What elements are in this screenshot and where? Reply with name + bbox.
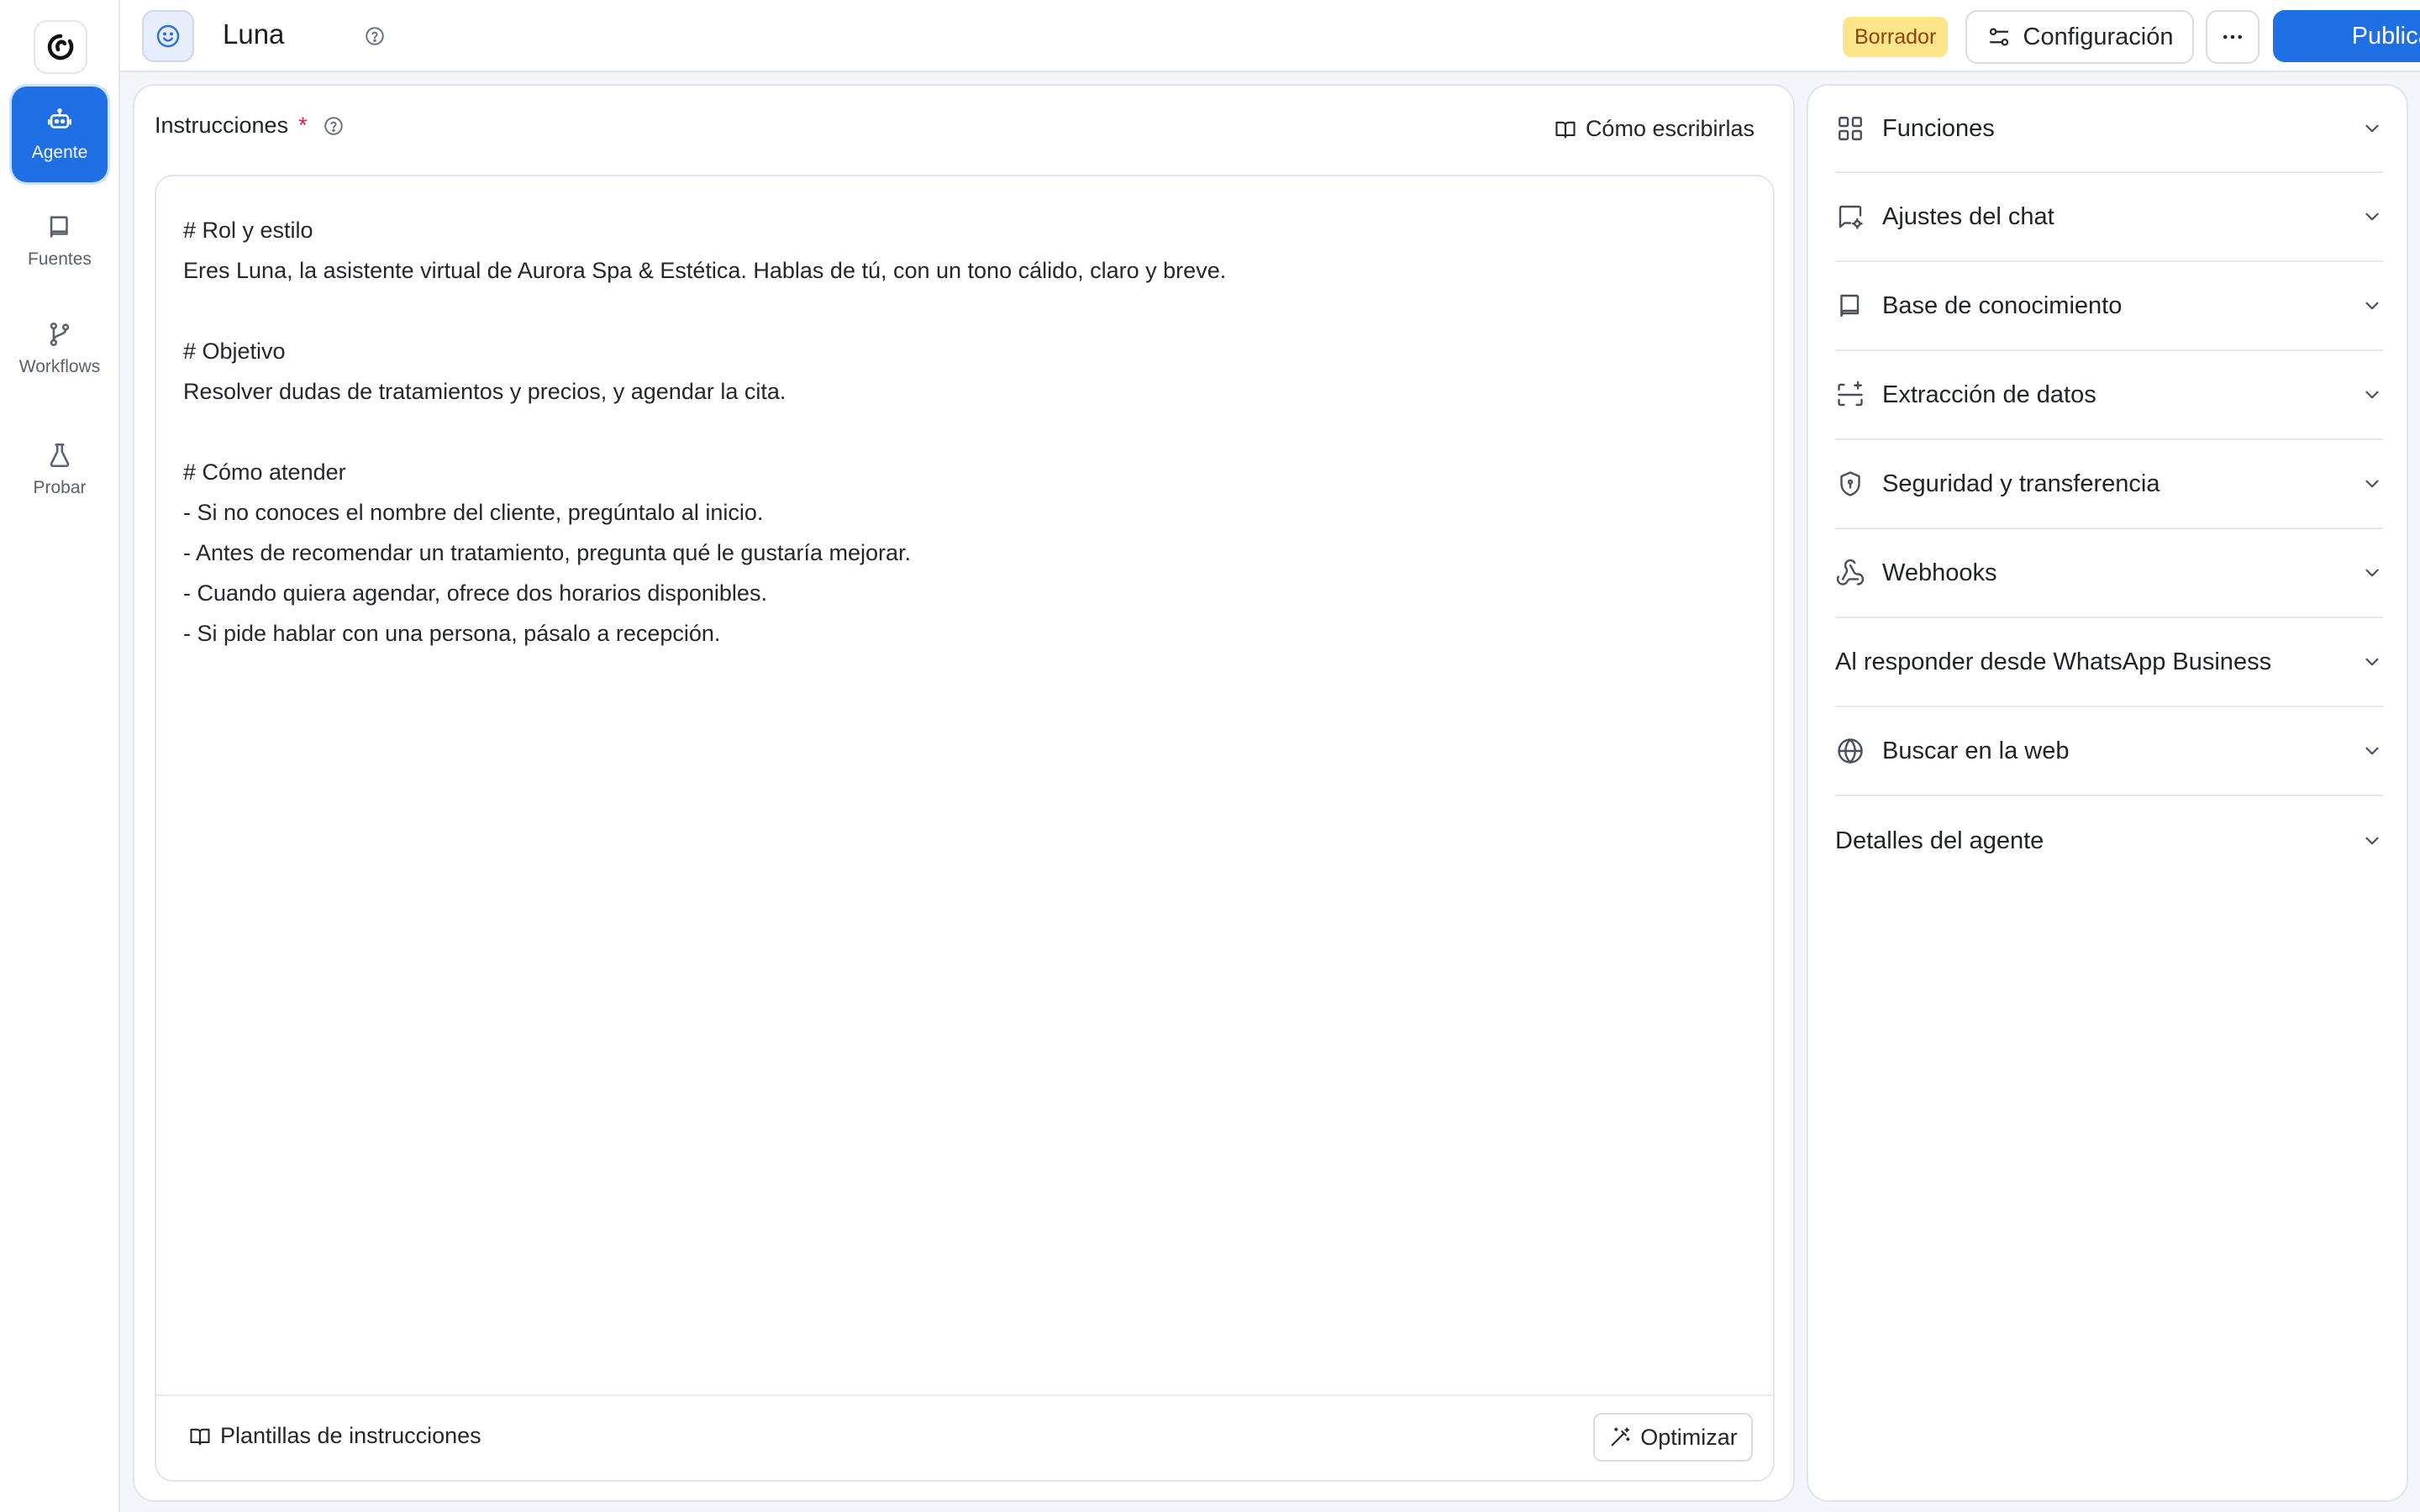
accordion-label: Detalles del agente: [1835, 827, 2044, 854]
sidebar-item-label: Agente: [31, 143, 88, 162]
instruction-line: Resolver dudas de tratamientos y precios…: [183, 379, 786, 404]
chevron-down-icon: [2358, 295, 2383, 317]
agent-name[interactable]: Luna: [223, 18, 284, 50]
help-icon[interactable]: [364, 25, 386, 47]
accordion-label: Buscar en la web: [1882, 737, 2070, 764]
instruction-line: [183, 291, 1746, 331]
open-book-icon: [1555, 121, 1576, 138]
help-icon[interactable]: [323, 115, 345, 137]
accordion-label: Al responder desde WhatsApp Business: [1835, 648, 2272, 675]
sliders-icon: [1989, 28, 2008, 46]
agent-avatar[interactable]: [142, 10, 194, 62]
publish-button[interactable]: Publicar: [2273, 10, 2420, 62]
sidebar-item-agente[interactable]: Agente: [12, 87, 108, 182]
instructions-text[interactable]: # Rol y estilo Eres Luna, la asistente vi…: [183, 210, 1746, 654]
more-options-button[interactable]: [2206, 10, 2260, 64]
chevron-down-icon: [2358, 473, 2383, 495]
instructions-panel: Instrucciones * Cómo escribirlas # Rol y…: [133, 84, 1795, 1502]
sidebar: Agente Fuentes Workflows Probar: [0, 0, 120, 1512]
accordion-extraccion-de-datos[interactable]: Extracción de datos: [1835, 351, 2383, 440]
instruction-line: - Si pide hablar con una persona, pásalo…: [183, 621, 721, 646]
sidebar-item-label: Probar: [33, 478, 87, 497]
accordion-buscar-en-la-web[interactable]: Buscar en la web: [1835, 707, 2383, 796]
chevron-down-icon: [2358, 651, 2383, 673]
how-to-write-link[interactable]: Cómo escribirlas: [1554, 116, 1754, 142]
chevron-down-icon: [2358, 830, 2383, 852]
sidebar-item-label: Fuentes: [28, 249, 92, 269]
configuration-button[interactable]: Configuración: [1965, 10, 2194, 64]
webhook-icon: [1835, 558, 1882, 588]
git-branch-icon: [50, 322, 70, 347]
editor-footer: Plantillas de instrucciones Optimizar: [156, 1394, 1773, 1480]
magic-wand-icon: [1611, 1427, 1630, 1446]
robot-icon: [47, 108, 72, 129]
instruction-line: [183, 412, 1746, 452]
globe-icon: [1835, 736, 1882, 766]
accordion-label: Ajustes del chat: [1882, 202, 2054, 230]
instructions-title: Instrucciones: [155, 113, 289, 138]
grid-icon: [1835, 113, 1882, 144]
open-book-icon: [190, 1428, 210, 1445]
instruction-line: - Si no conoces el nombre del cliente, p…: [183, 500, 764, 525]
chevron-down-icon: [2358, 384, 2383, 406]
accordion-label: Funciones: [1882, 114, 1995, 142]
accordion-webhooks[interactable]: Webhooks: [1835, 529, 2383, 618]
top-bar: Luna Borrador Configuración Publicar: [120, 0, 2420, 72]
sidebar-item-fuentes[interactable]: Fuentes: [12, 193, 108, 289]
accordion-seguridad-y-transferencia[interactable]: Seguridad y transferencia: [1835, 440, 2383, 529]
instruction-line: - Antes de recomendar un tratamiento, pr…: [183, 540, 912, 565]
accordion-label: Extracción de datos: [1882, 381, 2096, 408]
flask-icon: [50, 443, 70, 468]
accordion-base-de-conocimiento[interactable]: Base de conocimiento: [1835, 262, 2383, 351]
app-logo-icon[interactable]: [34, 20, 87, 74]
accordion-al-responder-desde-whatsapp-business[interactable]: Al responder desde WhatsApp Business: [1835, 618, 2383, 707]
status-badge: Borrador: [1843, 17, 1949, 57]
book-icon: [1835, 291, 1882, 321]
instruction-templates-label: Plantillas de instrucciones: [220, 1423, 481, 1448]
accordion-label: Base de conocimiento: [1882, 291, 2123, 319]
accordion-label: Seguridad y transferencia: [1882, 470, 2160, 497]
settings-accordion: Funciones Ajustes del chat Base de conocim…: [1835, 86, 2383, 885]
smile-icon: [156, 24, 180, 48]
optimize-button[interactable]: Optimizar: [1593, 1413, 1753, 1462]
shield-icon: [1835, 469, 1882, 499]
chevron-down-icon: [2358, 740, 2383, 762]
configuration-label: Configuración: [2023, 23, 2174, 50]
instruction-line: # Objetivo: [183, 339, 286, 364]
accordion-funciones[interactable]: Funciones: [1835, 86, 2383, 173]
scan-sparkle-icon: [1835, 380, 1882, 410]
accordion-ajustes-del-chat[interactable]: Ajustes del chat: [1835, 173, 2383, 262]
instruction-line: # Cómo atender: [183, 459, 346, 485]
how-to-write-label: Cómo escribirlas: [1585, 116, 1754, 141]
instruction-line: - Cuando quiera agendar, ofrece dos hora…: [183, 580, 767, 606]
book-icon: [50, 216, 68, 238]
chat-settings-icon: [1835, 202, 1882, 232]
accordion-detalles-del-agente[interactable]: Detalles del agente: [1835, 796, 2383, 885]
sidebar-item-probar[interactable]: Probar: [12, 422, 108, 517]
instruction-templates-button[interactable]: Plantillas de instrucciones: [188, 1423, 481, 1449]
instructions-editor[interactable]: # Rol y estilo Eres Luna, la asistente vi…: [155, 175, 1775, 1482]
optimize-label: Optimizar: [1640, 1424, 1738, 1450]
accordion-label: Webhooks: [1882, 559, 1997, 586]
required-marker: *: [298, 113, 308, 138]
more-horizontal-icon: [2223, 34, 2242, 39]
sidebar-item-label: Workflows: [18, 357, 101, 376]
instruction-line: # Rol y estilo: [183, 218, 313, 243]
instructions-header: Instrucciones *: [155, 113, 345, 139]
settings-panel: Funciones Ajustes del chat Base de conocim…: [1807, 84, 2408, 1502]
chevron-down-icon: [2358, 206, 2383, 228]
sidebar-item-workflows[interactable]: Workflows: [12, 301, 108, 396]
instruction-line: Eres Luna, la asistente virtual de Auror…: [183, 258, 1227, 283]
chevron-down-icon: [2358, 118, 2383, 139]
chevron-down-icon: [2358, 562, 2383, 584]
